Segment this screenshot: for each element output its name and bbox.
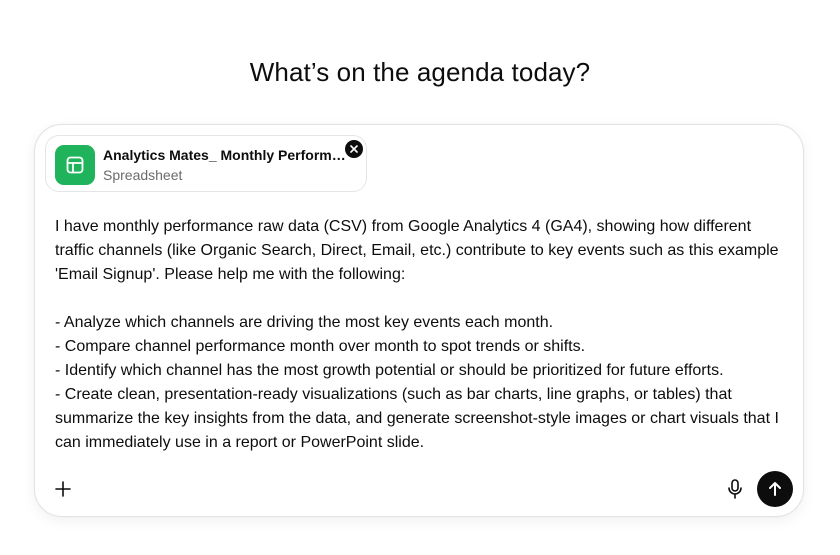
file-name: Analytics Mates_ Monthly Performance [103, 147, 351, 163]
plus-icon [55, 481, 71, 497]
voice-input-button[interactable] [723, 477, 747, 501]
file-type: Spreadsheet [103, 167, 183, 183]
page-heading: What’s on the agenda today? [249, 57, 591, 87]
microphone-icon [728, 479, 742, 499]
arrow-up-icon [769, 482, 781, 496]
send-button[interactable] [757, 471, 793, 507]
spreadsheet-icon [55, 145, 95, 185]
close-icon [350, 145, 358, 153]
prompt-composer: Analytics Mates_ Monthly Performance Spr… [34, 124, 804, 517]
file-attachment[interactable]: Analytics Mates_ Monthly Performance Spr… [45, 135, 367, 192]
prompt-input[interactable]: I have monthly performance raw data (CSV… [55, 215, 785, 455]
add-button[interactable] [51, 477, 75, 501]
remove-attachment-button[interactable] [345, 140, 363, 158]
